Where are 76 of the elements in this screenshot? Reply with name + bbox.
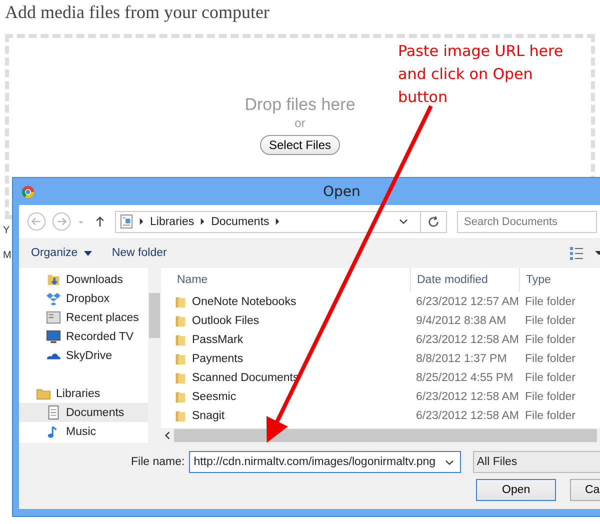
breadcrumb-item[interactable]: Documents <box>211 216 270 228</box>
annotation-text: Paste image URL here <box>398 41 564 62</box>
page-title: Add media files from your computer <box>4 1 270 24</box>
dropdown-caret-icon[interactable] <box>444 458 454 466</box>
file-name[interactable]: Payments <box>192 352 244 364</box>
file-name[interactable]: Seesmic <box>192 390 236 402</box>
chevron-icon <box>139 218 144 225</box>
up-arrow-icon[interactable] <box>95 215 105 228</box>
file-name[interactable]: PassMark <box>192 334 244 346</box>
file-name-field[interactable]: http://cdn.nirmaltv.com/images/logonirmaltv.png <box>188 451 461 473</box>
window-icon <box>46 310 61 325</box>
or-text: or <box>294 116 306 130</box>
scroll-left-icon[interactable] <box>165 431 170 440</box>
type-cell-text: File folder <box>524 334 576 346</box>
folder-icon <box>175 332 186 346</box>
column-header[interactable]: Type <box>519 268 551 292</box>
dialog-button[interactable]: Ca <box>570 479 600 501</box>
folder-icon <box>175 352 186 366</box>
column-header[interactable]: Date modified <box>410 268 519 292</box>
caret-icon <box>84 251 92 256</box>
box-logo-icon <box>46 291 61 306</box>
nav-item[interactable]: Recent places <box>19 308 148 327</box>
type-cell-text: File folder <box>524 390 576 402</box>
dialog-button[interactable]: Open <box>476 479 556 501</box>
chevron-icon <box>200 218 206 225</box>
address-bar[interactable]: Libraries Documents <box>115 210 447 232</box>
date-cell-text: 9/4/2012 8:38 AM <box>415 314 508 326</box>
new-folder-button[interactable]: New folder <box>110 245 169 261</box>
folder-icon <box>175 390 186 404</box>
file-name-label: File name: <box>131 456 185 468</box>
file-name[interactable]: OneNote Notebooks <box>192 296 296 308</box>
type-cell-text: File folder <box>524 314 576 326</box>
file-name[interactable]: Outlook Files <box>192 314 260 326</box>
file-type-select[interactable]: All Files <box>472 451 600 473</box>
nav-item[interactable]: Music <box>19 422 148 441</box>
nav-item[interactable]: Documents <box>19 403 148 422</box>
folder-icon <box>175 314 186 328</box>
file-name[interactable]: Snagit <box>192 410 225 422</box>
date-cell-text: 6/23/2012 12:58 AM <box>415 410 519 422</box>
browser-logo-icon <box>21 184 35 198</box>
type-cell-text: File folder <box>524 296 576 308</box>
horizontal-scrollbar[interactable] <box>161 428 600 443</box>
cut-off-text: Y <box>3 225 10 236</box>
folder-icon <box>175 370 186 384</box>
download-folder-icon <box>46 272 61 287</box>
document-icon <box>46 405 61 420</box>
dropdown-caret-icon[interactable] <box>399 218 408 225</box>
type-cell-text: File folder <box>524 352 576 364</box>
nav-item[interactable]: Dropbox <box>19 289 148 308</box>
search-field[interactable]: Search Documents <box>457 210 597 232</box>
select-files-button[interactable]: Select Files <box>260 135 340 155</box>
monitor-icon <box>46 329 61 344</box>
type-cell-text: File folder <box>524 372 576 384</box>
date-cell-text: 6/23/2012 12:58 AM <box>415 334 519 346</box>
chevron-icon <box>275 218 280 225</box>
annotation-text: button <box>398 87 448 108</box>
date-cell-text: 6/23/2012 12:58 AM <box>415 390 519 402</box>
nav-item[interactable]: Libraries <box>19 384 148 403</box>
column-header[interactable]: Name <box>169 274 410 286</box>
type-cell-text: File folder <box>524 410 576 422</box>
folder-icon <box>175 294 186 308</box>
nav-item[interactable]: Recorded TV <box>19 327 148 346</box>
cut-off-text: M <box>3 250 12 261</box>
view-options-icon[interactable] <box>569 246 600 260</box>
breadcrumb-item[interactable]: Libraries <box>150 216 194 228</box>
dialog-title: Open <box>323 184 360 200</box>
annotation-text: and click on Open <box>398 64 534 85</box>
drop-heading: Drop files here <box>244 95 356 115</box>
organize-button[interactable]: Organize <box>29 245 94 261</box>
date-cell-text: 8/25/2012 4:55 PM <box>415 372 514 384</box>
nav-item[interactable]: Downloads <box>19 270 148 289</box>
document-icon <box>120 214 133 229</box>
date-cell-text: 8/8/2012 1:37 PM <box>415 352 508 364</box>
nav-item[interactable]: SkyDrive <box>19 346 148 365</box>
date-cell-text: 6/23/2012 12:57 AM <box>415 296 519 308</box>
folder-icon <box>175 408 186 422</box>
